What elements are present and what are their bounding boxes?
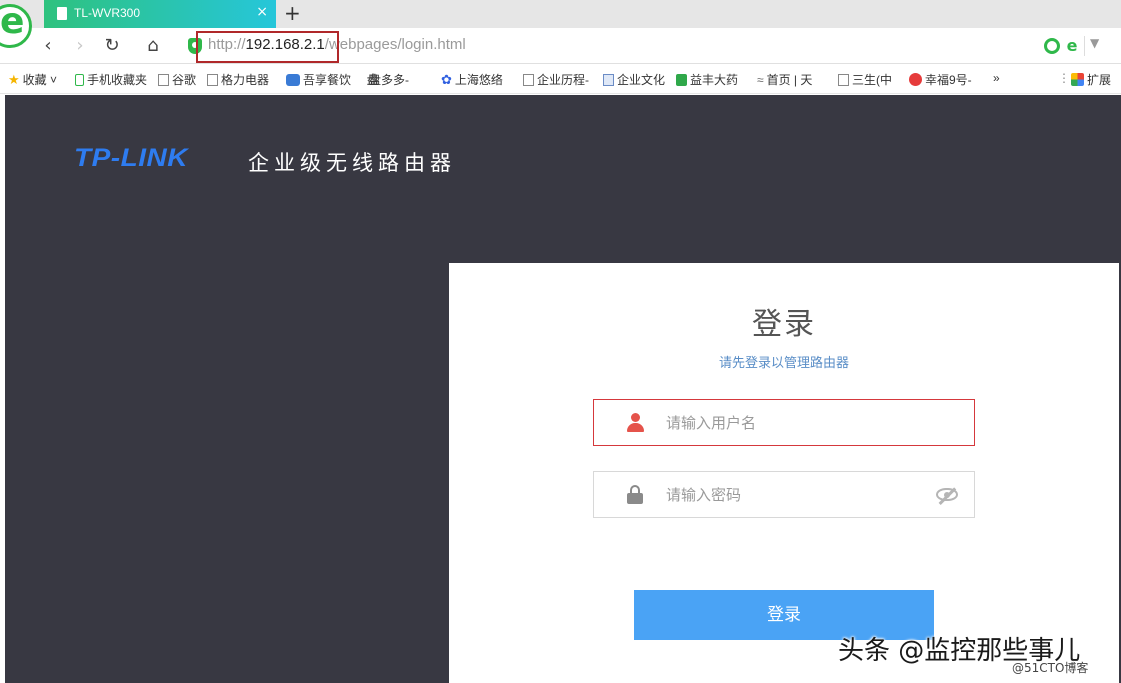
bookmarks-separator: ⋮ (1058, 71, 1070, 85)
compat-mode-icon[interactable] (1044, 38, 1060, 54)
bookmark-label: 盘多多- (369, 73, 410, 87)
bookmarks-more-button[interactable]: » (993, 71, 1000, 85)
password-field (593, 471, 975, 518)
yifeng-icon (676, 74, 687, 86)
star-icon: ★ (8, 72, 20, 87)
password-input[interactable] (666, 482, 926, 508)
bookmark-label: 上海悠络 (454, 73, 503, 87)
page-icon (57, 7, 67, 20)
new-tab-button[interactable]: + (284, 1, 301, 25)
phone-icon (75, 74, 84, 86)
bookmark-label: 企业文化 (617, 73, 666, 87)
baidu-icon: ✿ (441, 72, 452, 87)
page-icon (838, 74, 849, 86)
bookmark-label: 谷歌 (172, 73, 197, 87)
bookmark-item[interactable]: 格力电器 (207, 71, 269, 88)
tab-title: TL-WVR300 (74, 6, 141, 20)
bookmark-item[interactable]: ★ 收藏 ˅ (8, 71, 57, 88)
tab-strip: TL-WVR300 × + (0, 0, 1121, 28)
tp-link-logo: TP-LINK (74, 143, 188, 172)
bookmark-label: 吾享餐饮 (303, 73, 352, 87)
bookmark-label: 企业历程- (537, 73, 589, 87)
navigation-bar: ‹ › ↻ ⌂ http://192.168.2.1/webpages/logi… (0, 28, 1121, 64)
back-button[interactable]: ‹ (36, 34, 60, 58)
extensions-label: 扩展 (1087, 73, 1112, 87)
browser-tab[interactable]: TL-WVR300 × (44, 0, 276, 28)
apps-icon (1071, 73, 1084, 86)
page-icon (523, 74, 534, 86)
bookmark-item[interactable]: 吾享餐饮 (286, 71, 351, 88)
bookmark-label: 首页 | 天 (766, 73, 813, 87)
home-button[interactable]: ⌂ (141, 34, 165, 58)
bookmark-label: 格力电器 (221, 73, 270, 87)
login-panel: 登录 请先登录以管理路由器 登录 (449, 263, 1119, 683)
url-highlight-box (196, 31, 339, 63)
screen: TL-WVR300 × + ‹ › ↻ ⌂ http://192.168.2.1… (0, 0, 1121, 683)
bookmark-item[interactable]: ✿ 上海悠络 (441, 71, 503, 88)
login-title: 登录 (752, 307, 816, 342)
eye-slash-icon[interactable] (936, 488, 958, 501)
extensions-button[interactable]: 扩展 (1071, 71, 1111, 88)
page-icon (158, 74, 169, 86)
bookmark-label: 幸福9号- (925, 73, 972, 87)
chevron-down-icon[interactable]: ▼ (1090, 36, 1099, 50)
page-icon (207, 74, 218, 86)
tab-close-button[interactable]: × (256, 4, 268, 20)
lock-icon (626, 485, 644, 505)
bookmark-item[interactable]: 企业历程- (523, 71, 589, 88)
forward-button[interactable]: › (68, 34, 92, 58)
cloud-icon (286, 74, 300, 86)
bookmark-item[interactable]: 谷歌 (158, 71, 196, 88)
bookmark-item[interactable]: 益丰大药 (676, 71, 738, 88)
user-icon (626, 413, 644, 433)
xingfu-icon (909, 73, 922, 86)
bookmark-label: 三生(中 (852, 73, 892, 87)
bookmark-label: 手机收藏夹 (87, 73, 148, 87)
bookmark-item[interactable]: 企业文化 (603, 71, 665, 88)
url-path: /webpages/login.html (324, 36, 466, 53)
bookmark-item[interactable]: 三生(中 (838, 71, 892, 88)
router-login-page: TP-LINK 企业级无线路由器 登录 请先登录以管理路由器 登录 (5, 95, 1121, 683)
login-subtitle: 请先登录以管理路由器 (718, 356, 849, 371)
brand-subtitle: 企业级无线路由器 (248, 151, 456, 175)
bookmark-item[interactable]: 手机收藏夹 (75, 71, 147, 88)
address-bar[interactable]: http://192.168.2.1/webpages/login.html e… (178, 31, 1108, 63)
bookmark-item[interactable]: 幸福9号- (909, 71, 972, 88)
ie-icon: ≈ (757, 73, 764, 87)
ie-mode-icon[interactable]: e (1064, 38, 1080, 54)
bookmark-label: 益丰大药 (690, 73, 739, 87)
image-icon (603, 74, 614, 86)
username-input[interactable] (666, 410, 926, 436)
bookmark-label: 收藏 (22, 73, 47, 87)
bookmarks-bar: ★ 收藏 ˅ 手机收藏夹 谷歌 格力电器 吾享餐饮 盘盘多多- ✿ 上海悠络 企业历… (0, 64, 1121, 94)
bookmark-item[interactable]: ≈ 首页 | 天 (757, 71, 812, 88)
watermark-source: @51CTO博客 (1012, 661, 1089, 675)
username-field (593, 399, 975, 446)
bookmark-item[interactable]: 盘盘多多- (367, 71, 409, 88)
refresh-button[interactable]: ↻ (100, 34, 124, 58)
address-divider (1084, 36, 1085, 56)
